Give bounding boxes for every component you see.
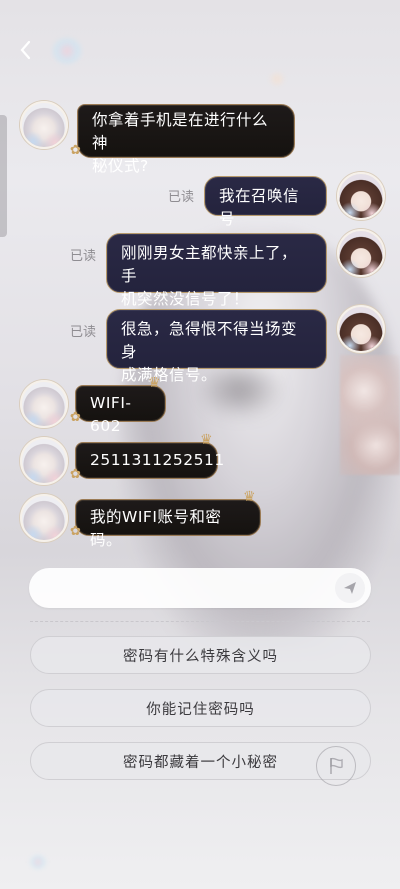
- back-button[interactable]: [14, 38, 38, 62]
- message-line: 2511311252511: [90, 451, 225, 469]
- player-message-bubble: 刚刚男女主都快亲上了，手 机突然没信号了！: [106, 233, 327, 308]
- npc-avatar[interactable]: [20, 494, 68, 542]
- send-icon: [344, 582, 356, 594]
- player-avatar[interactable]: [337, 229, 385, 277]
- lens-glare: [52, 38, 82, 64]
- npc-message-bubble: 2511311252511: [75, 442, 225, 479]
- message-line: 你拿着手机是在进行什么神: [92, 111, 269, 152]
- chat-input-field[interactable]: [29, 568, 371, 608]
- avatar-flowers: [22, 408, 66, 426]
- crown-icon: ♛: [148, 375, 161, 391]
- npc-avatar[interactable]: [20, 101, 68, 149]
- avatar-flowers: [22, 129, 66, 147]
- avatar-flowers: [339, 257, 383, 275]
- gold-flourish-icon: ✿: [70, 143, 81, 158]
- reply-option[interactable]: 你能记住密码吗: [30, 689, 371, 727]
- avatar-flowers: [339, 333, 383, 351]
- avatar-flowers: [339, 200, 383, 218]
- background-flower: [340, 355, 400, 475]
- flag-button[interactable]: [316, 746, 356, 786]
- avatar-flowers: [22, 465, 66, 483]
- gold-flourish-icon: ✿: [70, 467, 81, 482]
- reply-option[interactable]: 密码有什么特殊含义吗: [30, 636, 371, 674]
- npc-message-bubble: 我的WIFI账号和密码。: [75, 499, 261, 549]
- message-line: 很急，急得恨不得当场变身: [121, 320, 298, 361]
- message-line: 刚刚男女主都快亲上了，手: [121, 244, 298, 285]
- gold-flourish-icon: ✿: [70, 524, 81, 539]
- npc-avatar[interactable]: [20, 380, 68, 428]
- player-message-bubble: 很急，急得恨不得当场变身 成满格信号。: [106, 309, 327, 384]
- crown-icon: ♛: [243, 489, 256, 505]
- message-line: 我在召唤信号: [219, 187, 300, 228]
- message-line: WIFI-602: [90, 394, 132, 435]
- crown-icon: ♛: [200, 432, 213, 448]
- npc-message-bubble: 你拿着手机是在进行什么神 秘仪式?: [77, 104, 295, 175]
- player-message-bubble: 我在召唤信号: [204, 176, 327, 228]
- read-receipt: 已读: [168, 190, 195, 205]
- lens-glare: [30, 855, 46, 869]
- send-button[interactable]: [335, 573, 365, 603]
- avatar-flowers: [22, 522, 66, 540]
- flag-icon: [330, 757, 343, 774]
- message-line: 我的WIFI账号和密码。: [90, 508, 222, 549]
- side-drawer-handle[interactable]: [0, 115, 7, 237]
- dashed-divider: [30, 621, 370, 622]
- lens-glare: [270, 72, 284, 86]
- message-line: 秘仪式?: [92, 157, 149, 175]
- gold-flourish-icon: ✿: [70, 410, 81, 425]
- message-line: 机突然没信号了！: [121, 290, 250, 308]
- read-receipt: 已读: [70, 325, 97, 340]
- read-receipt: 已读: [70, 249, 97, 264]
- player-avatar[interactable]: [337, 305, 385, 353]
- npc-avatar[interactable]: [20, 437, 68, 485]
- player-avatar[interactable]: [337, 172, 385, 220]
- back-chevron-icon: [20, 40, 31, 60]
